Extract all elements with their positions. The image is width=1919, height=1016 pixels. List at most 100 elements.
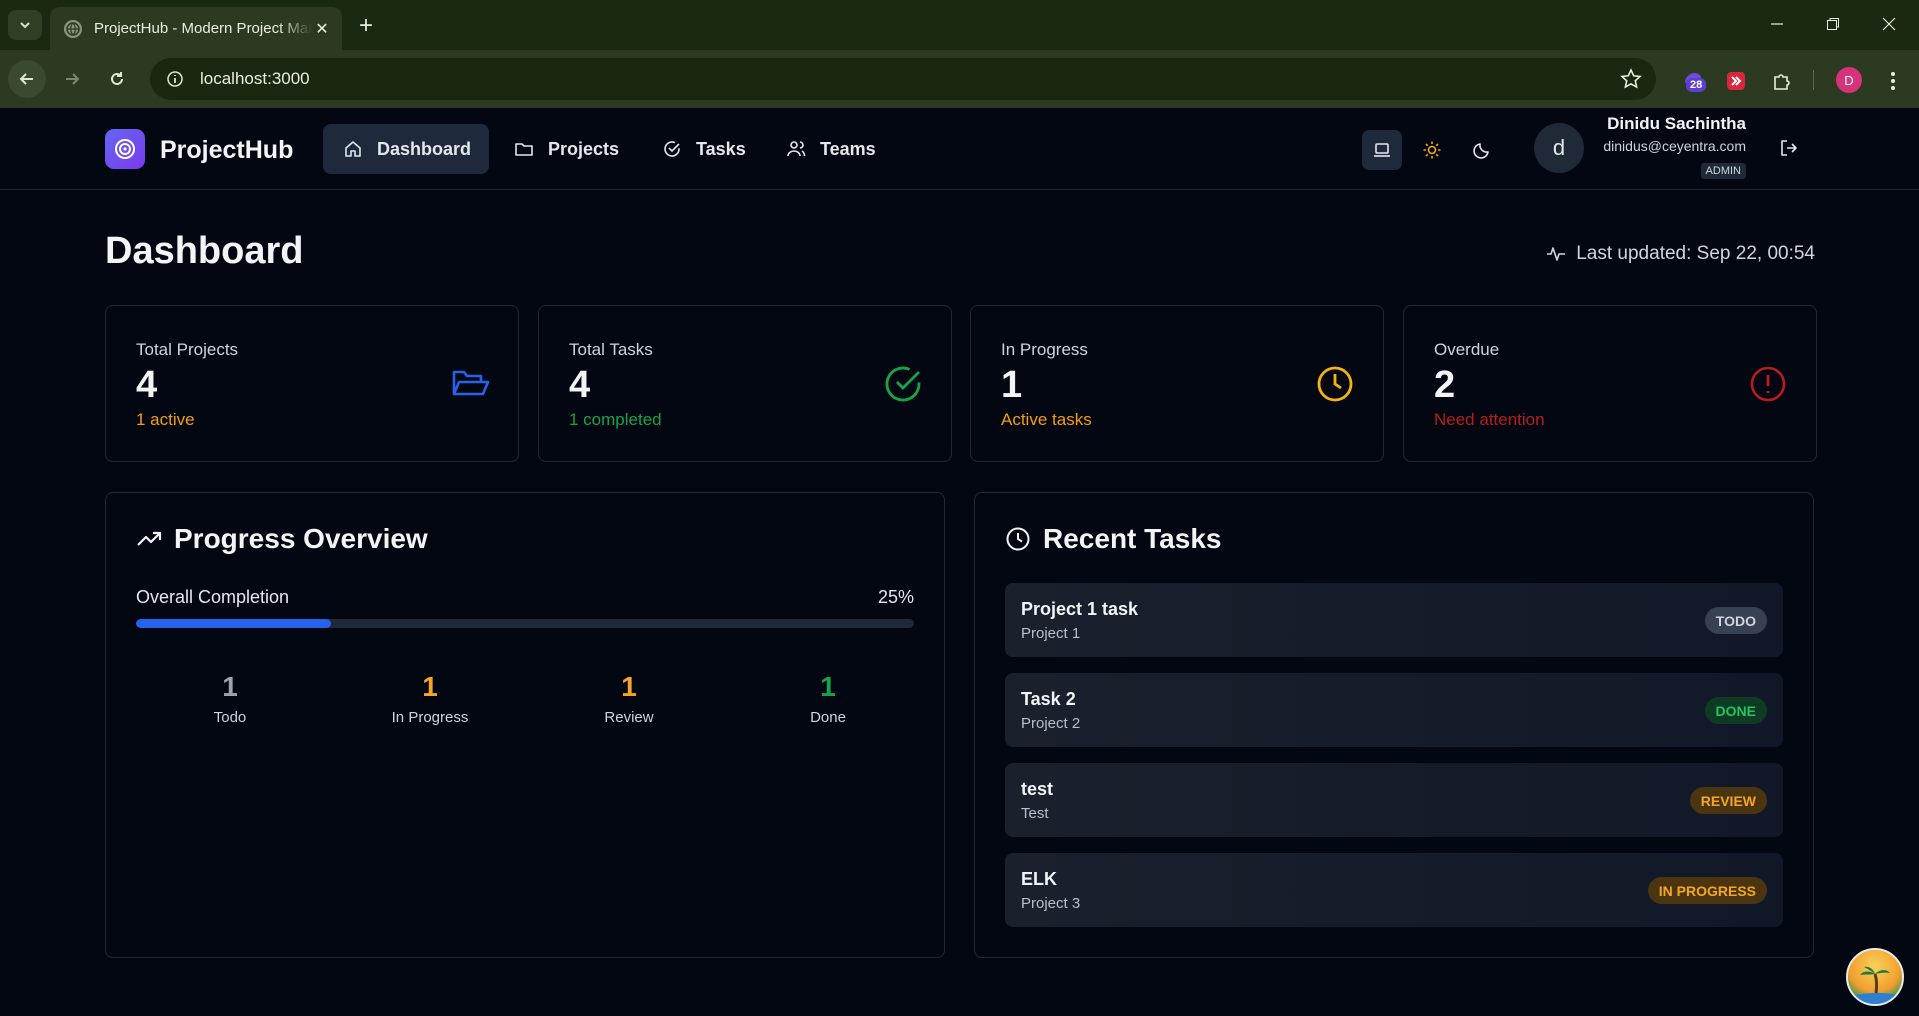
tab-search-button[interactable] bbox=[8, 10, 42, 40]
task-name: Task 2 bbox=[1021, 689, 1076, 709]
floating-assistant-button[interactable] bbox=[1846, 948, 1904, 1006]
close-tab-icon[interactable]: ✕ bbox=[312, 19, 332, 39]
panel-title-text: Recent Tasks bbox=[1043, 523, 1222, 554]
count-label: Done bbox=[810, 709, 846, 726]
count-todo: 1 Todo bbox=[130, 671, 330, 726]
stat-label: In Progress bbox=[1001, 340, 1088, 359]
nav-tasks[interactable]: Tasks bbox=[642, 124, 764, 174]
new-tab-button[interactable]: + bbox=[352, 12, 380, 40]
task-name: test bbox=[1021, 779, 1054, 799]
count-value: 1 bbox=[222, 671, 238, 702]
address-bar[interactable]: localhost:3000 bbox=[150, 58, 1656, 100]
count-done: 1 Done bbox=[728, 671, 928, 726]
stat-card-in-progress: In Progress 1 Active tasks bbox=[970, 305, 1384, 462]
panel-title: Recent Tasks bbox=[1005, 523, 1221, 555]
progress-bar-fill bbox=[136, 619, 331, 628]
nav-label: Dashboard bbox=[377, 138, 472, 159]
task-row[interactable]: test Test REVIEW bbox=[1005, 763, 1783, 837]
progress-bar bbox=[136, 619, 914, 628]
extension-badge: 28 bbox=[1686, 78, 1707, 92]
clock-icon bbox=[1006, 527, 1030, 551]
task-project: Project 3 bbox=[1021, 895, 1081, 912]
stat-label: Total Tasks bbox=[569, 340, 653, 359]
stat-value: 1 bbox=[1001, 364, 1023, 406]
last-updated-text: Last updated: Sep 22, 00:54 bbox=[1576, 243, 1815, 264]
light-theme-button[interactable] bbox=[1412, 130, 1452, 170]
nav-label: Tasks bbox=[696, 138, 746, 159]
chevron-down-icon bbox=[20, 22, 30, 29]
stat-subtext: Need attention bbox=[1434, 410, 1545, 429]
folder-open-icon bbox=[452, 370, 490, 396]
extension-red-icon[interactable] bbox=[1723, 68, 1749, 94]
stat-card-total-tasks: Total Tasks 4 1 completed bbox=[538, 305, 952, 462]
stat-label: Total Projects bbox=[136, 340, 239, 359]
folder-icon bbox=[515, 143, 533, 156]
toolbar-separator bbox=[1813, 70, 1814, 90]
close-icon bbox=[1882, 17, 1896, 31]
nav-label: Projects bbox=[548, 138, 620, 159]
back-button[interactable] bbox=[8, 60, 46, 98]
site-info-icon[interactable] bbox=[164, 68, 186, 90]
progress-overview-panel: Progress Overview Overall Completion 25%… bbox=[105, 492, 945, 958]
globe-icon bbox=[64, 19, 82, 38]
moon-icon bbox=[1473, 143, 1489, 159]
clock-icon bbox=[1317, 366, 1353, 402]
nav-teams[interactable]: Teams bbox=[766, 124, 894, 174]
role-badge: ADMIN bbox=[1700, 163, 1746, 179]
task-row[interactable]: Project 1 task Project 1 TODO bbox=[1005, 583, 1783, 657]
task-row[interactable]: Task 2 Project 2 DONE bbox=[1005, 673, 1783, 747]
check-circle-icon bbox=[664, 141, 680, 157]
dark-theme-button[interactable] bbox=[1462, 130, 1502, 170]
laptop-icon bbox=[1374, 143, 1390, 157]
users-icon bbox=[787, 141, 806, 157]
status-badge: TODO bbox=[1704, 607, 1767, 634]
page-title: Dashboard bbox=[105, 230, 304, 272]
forward-button[interactable] bbox=[53, 60, 91, 98]
count-in-progress: 1 In Progress bbox=[330, 671, 530, 726]
reload-button[interactable] bbox=[98, 60, 136, 98]
user-avatar[interactable]: d bbox=[1534, 123, 1584, 173]
trending-up-icon bbox=[137, 531, 162, 546]
stat-subtext: 1 completed bbox=[569, 410, 662, 429]
more-vert-icon[interactable] bbox=[1880, 68, 1906, 94]
restore-icon bbox=[1827, 18, 1839, 30]
stat-value: 2 bbox=[1434, 364, 1456, 406]
system-theme-button[interactable] bbox=[1362, 130, 1402, 170]
nav-projects[interactable]: Projects bbox=[494, 124, 637, 174]
alert-circle-icon bbox=[1750, 366, 1786, 402]
browser-tab[interactable]: ProjectHub - Modern Project Management ✕ bbox=[50, 7, 342, 50]
user-name: Dinidu Sachintha bbox=[1607, 114, 1746, 133]
stat-subtext: Active tasks bbox=[1001, 410, 1092, 429]
last-updated: Last updated: Sep 22, 00:54 bbox=[1546, 243, 1815, 265]
stat-card-total-projects: Total Projects 4 1 active bbox=[105, 305, 519, 462]
count-value: 1 bbox=[820, 671, 836, 702]
browser-tab-bar: ProjectHub - Modern Project Management ✕… bbox=[0, 0, 1919, 50]
bookmark-star-icon[interactable] bbox=[1620, 68, 1642, 95]
puzzle-icon[interactable] bbox=[1769, 68, 1795, 94]
task-name: ELK bbox=[1021, 869, 1057, 889]
arrow-right-icon bbox=[66, 73, 80, 85]
app-header: ProjectHub Dashboard Projects Tasks Team… bbox=[0, 108, 1919, 190]
task-row[interactable]: ELK Project 3 IN PROGRESS bbox=[1005, 853, 1783, 927]
nav-dashboard[interactable]: Dashboard bbox=[323, 124, 490, 174]
restore-button[interactable] bbox=[1811, 8, 1855, 40]
url-text: localhost:3000 bbox=[200, 69, 310, 88]
logout-icon bbox=[1781, 140, 1797, 156]
reload-icon bbox=[111, 72, 123, 85]
stat-card-overdue: Overdue 2 Need attention bbox=[1403, 305, 1817, 462]
brand-name[interactable]: ProjectHub bbox=[160, 136, 293, 165]
panel-title: Progress Overview bbox=[136, 523, 428, 555]
logout-button[interactable] bbox=[1777, 136, 1801, 160]
user-email: dinidus@ceyentra.com bbox=[1603, 138, 1746, 154]
status-badge: REVIEW bbox=[1689, 787, 1767, 814]
home-icon bbox=[345, 141, 361, 157]
close-window-button[interactable] bbox=[1867, 8, 1911, 40]
target-icon[interactable] bbox=[105, 129, 145, 169]
minimize-button[interactable] bbox=[1755, 8, 1799, 40]
profile-avatar[interactable]: D bbox=[1836, 67, 1862, 93]
browser-toolbar: localhost:3000 bbox=[0, 50, 1919, 108]
stat-label: Overdue bbox=[1434, 340, 1500, 359]
status-badge: IN PROGRESS bbox=[1647, 877, 1767, 904]
task-name: Project 1 task bbox=[1021, 599, 1139, 619]
count-label: Review bbox=[604, 709, 654, 726]
